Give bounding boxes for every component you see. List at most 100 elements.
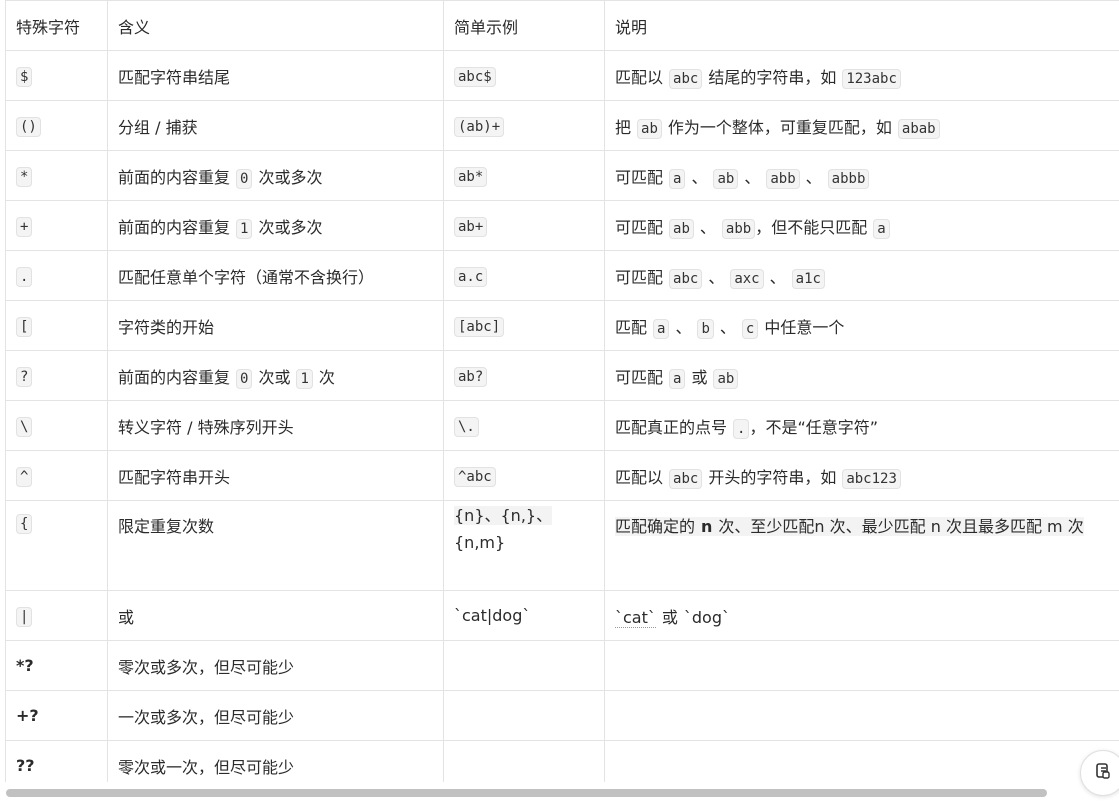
table-viewport: 特殊字符 含义 简单示例 说明 $ 匹配字符串结尾 abc$ 匹配以 abc 结尾的… xyxy=(0,0,1119,782)
inline-code: b xyxy=(697,318,714,339)
cell-description xyxy=(604,640,1119,691)
table-row: ^ 匹配字符串开头 ^abc 匹配以 abc 开头的字符串，如 abc123 xyxy=(5,450,1119,501)
text: ，不是“任意字符” xyxy=(749,417,879,437)
cell-meaning: 前面的内容重复 1 次或多次 xyxy=(107,200,444,251)
text: 把 xyxy=(615,117,632,137)
cell-meaning: 一次或多次，但尽可能少 xyxy=(107,690,444,741)
cell-char: { xyxy=(5,500,108,591)
cell-char: ?? xyxy=(5,740,108,782)
cell-description: 把 ab 作为一个整体，可重复匹配，如 abab xyxy=(604,100,1119,151)
cell-char: *? xyxy=(5,640,108,691)
table-row: + 前面的内容重复 1 次或多次 ab+ 可匹配 ab、 abb ，但不能只匹配 a xyxy=(5,200,1119,251)
cell-example: \. xyxy=(443,400,605,451)
cell-meaning: 匹配任意单个字符（通常不含换行） xyxy=(107,250,444,301)
table-row: +? 一次或多次，但尽可能少 xyxy=(5,690,1119,741)
inline-code: abc xyxy=(669,468,703,489)
text: 中任意一个 xyxy=(764,317,845,337)
inline-code: 0 xyxy=(236,168,253,189)
text: 结尾的字符串，如 xyxy=(708,67,837,87)
bold-text: *? xyxy=(16,656,34,675)
cell-char: +? xyxy=(5,690,108,741)
cell-description xyxy=(604,740,1119,782)
inline-code: abc$ xyxy=(454,67,496,87)
header-special-char: 特殊字符 xyxy=(5,0,108,51)
cell-description: 匹配以 abc 结尾的字符串，如 123abc xyxy=(604,50,1119,101)
highlighted-text: 匹配确定的 n 次、至少匹配n 次、最少匹配 n 次且最多匹配 m 次 xyxy=(615,517,1084,536)
cell-meaning: 字符类的开始 xyxy=(107,300,444,351)
inline-code: $ xyxy=(16,67,33,87)
text: 匹配以 xyxy=(615,67,664,87)
inline-code: 1 xyxy=(236,218,253,239)
inline-code: 1 xyxy=(296,368,313,389)
text: 或 xyxy=(661,607,678,627)
inline-code: ^ xyxy=(16,467,33,487)
cell-meaning: 零次或一次，但尽可能少 xyxy=(107,740,444,782)
inline-code: ab xyxy=(713,168,739,189)
cell-meaning: 或 xyxy=(107,590,444,641)
separator: 、 xyxy=(691,167,708,187)
inline-code: abb xyxy=(766,168,800,189)
cell-example xyxy=(443,640,605,691)
inline-code: a xyxy=(653,318,670,339)
inline-code: a1c xyxy=(791,268,825,289)
separator: 、 xyxy=(708,267,725,287)
inline-code: [ xyxy=(16,317,33,337)
inline-code: abb xyxy=(721,218,756,239)
cell-char: \ xyxy=(5,400,108,451)
bold-text: +? xyxy=(16,706,39,725)
cell-example xyxy=(443,690,605,741)
inline-code: ab+ xyxy=(454,217,488,237)
text: 可匹配 xyxy=(615,167,664,187)
text: 前面的内容重复 xyxy=(118,217,231,237)
text: 次或 xyxy=(258,367,291,387)
inline-code: c xyxy=(741,318,759,339)
cell-char: . xyxy=(5,250,108,301)
text: 次 xyxy=(318,367,335,387)
table-header-row: 特殊字符 含义 简单示例 说明 xyxy=(5,0,1119,51)
bold-text: ?? xyxy=(16,756,35,775)
inline-code: ? xyxy=(16,367,33,387)
cell-example xyxy=(443,740,605,782)
bold-text: n xyxy=(701,517,713,536)
text: 开头的字符串，如 xyxy=(708,467,837,487)
table-row: () 分组 / 捕获 (ab)+ 把 ab 作为一个整体，可重复匹配，如 abab xyxy=(5,100,1119,151)
horizontal-scrollbar[interactable] xyxy=(0,782,1119,803)
example-line: {n}、{n,}、 xyxy=(454,506,553,525)
inline-code: 0 xyxy=(236,368,253,389)
cell-char: * xyxy=(5,150,108,201)
cell-description: 可匹配 a 或 ab xyxy=(604,350,1119,401)
scrollbar-thumb[interactable] xyxy=(6,789,1047,797)
cell-description: 匹配 a、 b、 c 中任意一个 xyxy=(604,300,1119,351)
copy-button[interactable] xyxy=(1080,750,1119,796)
cell-example: {n}、{n,}、 {n,m} xyxy=(443,500,605,591)
text: 匹配 xyxy=(615,317,648,337)
cell-char: [ xyxy=(5,300,108,351)
inline-code: abbb xyxy=(827,168,870,189)
inline-code: (ab)+ xyxy=(454,117,505,137)
inline-code: a xyxy=(669,168,686,189)
inline-code: * xyxy=(16,167,33,187)
cell-example: (ab)+ xyxy=(443,100,605,151)
inline-code: [abc] xyxy=(454,317,505,337)
inline-code: a.c xyxy=(454,267,488,287)
cell-char: () xyxy=(5,100,108,151)
table-row: *? 零次或多次，但尽可能少 xyxy=(5,640,1119,691)
text: 前面的内容重复 xyxy=(118,167,231,187)
inline-code: ab xyxy=(669,218,694,239)
inline-code: | xyxy=(16,607,33,627)
inline-code: ab* xyxy=(454,167,488,187)
cell-meaning: 限定重复次数 xyxy=(107,500,444,591)
table-row: * 前面的内容重复 0 次或多次 ab* 可匹配 a、 ab、 abb、 abbb xyxy=(5,150,1119,201)
cell-char: $ xyxy=(5,50,108,101)
regex-special-chars-table: 特殊字符 含义 简单示例 说明 $ 匹配字符串结尾 abc$ 匹配以 abc 结尾的… xyxy=(5,0,1119,782)
table-row: [ 字符类的开始 [abc] 匹配 a、 b、 c 中任意一个 xyxy=(5,300,1119,351)
table-row: . 匹配任意单个字符（通常不含换行） a.c 可匹配 abc、 axc、 a1c xyxy=(5,250,1119,301)
cell-meaning: 转义字符 / 特殊序列开头 xyxy=(107,400,444,451)
text: 匹配确定的 xyxy=(615,517,696,536)
inline-code: abc123 xyxy=(842,468,901,489)
separator: 、 xyxy=(699,217,716,237)
text: 可匹配 xyxy=(615,367,664,387)
cell-meaning: 前面的内容重复 0 次或 1 次 xyxy=(107,350,444,401)
header-example: 简单示例 xyxy=(443,0,605,51)
text: `cat` xyxy=(615,607,656,628)
